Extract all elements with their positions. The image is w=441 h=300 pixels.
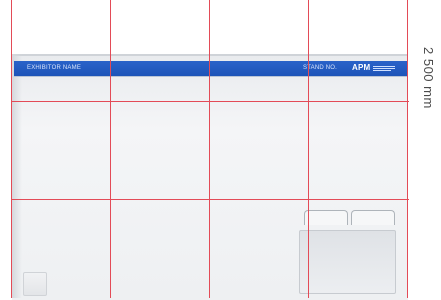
reception-counter (299, 230, 396, 294)
grid-line-vertical (11, 0, 12, 298)
wall-side-shade (12, 54, 22, 298)
grid-line-horizontal (11, 101, 409, 102)
apm-logo: APM (352, 63, 396, 73)
grid-line-horizontal (11, 199, 409, 200)
counter-shelf-left (304, 210, 348, 225)
grid-line-vertical (209, 0, 210, 298)
grid-line-vertical (110, 0, 111, 298)
exhibitor-name-label: EXHIBITOR NAME (27, 65, 82, 71)
logo-text: APM (352, 63, 371, 72)
height-dimension-label: 2 500 mm (421, 47, 436, 109)
grid-line-vertical (308, 0, 309, 298)
counter-shelf-right (351, 210, 395, 225)
logo-lines-icon (373, 65, 396, 71)
grid-line-vertical (407, 0, 408, 298)
booth-diagram: EXHIBITOR NAME STAND NO. APM 2 500 mm (0, 0, 441, 300)
display-stand (23, 272, 47, 296)
